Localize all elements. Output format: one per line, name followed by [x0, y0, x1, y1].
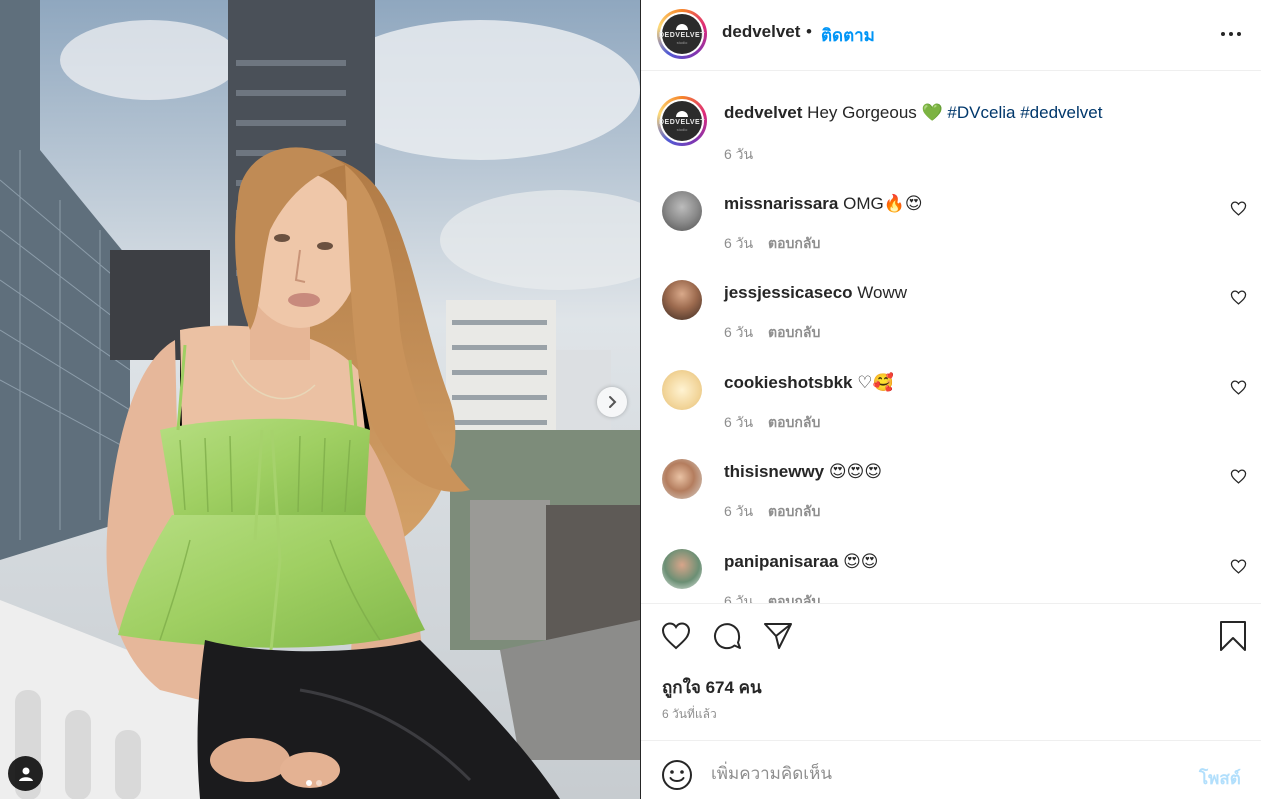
- comment-item: jessjessicaseco Woww 6 วัน ตอบกลับ: [641, 280, 1261, 370]
- user-tag-button[interactable]: [8, 756, 43, 791]
- brand-logo-text: DEDVELVET: [659, 118, 705, 126]
- comment-text: jessjessicaseco Woww: [724, 283, 907, 303]
- comments-section[interactable]: DEDVELVET studio dedvelvet Hey Gorgeous …: [641, 72, 1261, 603]
- comment-time[interactable]: 6 วัน: [724, 233, 753, 255]
- brand-logo: DEDVELVET studio: [659, 14, 705, 54]
- comment-icon[interactable]: [711, 620, 743, 652]
- commenter-username[interactable]: missnarissara: [724, 194, 838, 213]
- carousel-dots: [306, 780, 322, 786]
- caption-username[interactable]: dedvelvet: [724, 103, 802, 122]
- post-comment-button[interactable]: โพสต์: [1199, 765, 1241, 792]
- comment-body: OMG🔥😍: [843, 194, 923, 213]
- follow-button[interactable]: ติดตาม: [821, 22, 875, 49]
- comment-item: missnarissara OMG🔥😍 6 วัน ตอบกลับ: [641, 191, 1261, 281]
- heart-icon[interactable]: [1230, 289, 1247, 306]
- add-comment-bar: โพสต์: [641, 740, 1261, 799]
- likes-count[interactable]: ถูกใจ 674 คน: [662, 674, 762, 701]
- comment-input[interactable]: [711, 761, 1191, 787]
- hashtag-link[interactable]: #DVcelia: [947, 103, 1015, 122]
- comment-item: thisisnewwy 😍😍😍 6 วัน ตอบกลับ: [641, 459, 1261, 549]
- reply-button[interactable]: ตอบกลับ: [768, 501, 820, 523]
- comment-item: cookieshotsbkk ♡🥰 6 วัน ตอบกลับ: [641, 370, 1261, 460]
- post-header: DEDVELVET studio dedvelvet • ติดตาม: [641, 0, 1261, 71]
- heart-icon[interactable]: [1230, 200, 1247, 217]
- emoji-icon[interactable]: [661, 759, 693, 791]
- share-icon[interactable]: [762, 620, 794, 652]
- comment-text: panipanisaraa 😍😍: [724, 552, 879, 572]
- reply-button[interactable]: ตอบกลับ: [768, 322, 820, 344]
- post-details-panel: DEDVELVET studio dedvelvet • ติดตาม DEDV…: [641, 0, 1261, 799]
- post-actions: ถูกใจ 674 คน 6 วันที่แล้ว: [641, 603, 1261, 740]
- commenter-avatar[interactable]: [662, 280, 702, 320]
- post-photo[interactable]: [0, 0, 640, 799]
- comment-text: thisisnewwy 😍😍😍: [724, 462, 882, 482]
- comment-time[interactable]: 6 วัน: [724, 501, 753, 523]
- comment-text: cookieshotsbkk ♡🥰: [724, 373, 894, 393]
- reply-button[interactable]: ตอบกลับ: [768, 233, 820, 255]
- comment-item: panipanisaraa 😍😍 6 วัน ตอบกลับ: [641, 549, 1261, 603]
- commenter-username[interactable]: thisisnewwy: [724, 462, 824, 481]
- author-avatar[interactable]: DEDVELVET studio: [657, 9, 707, 59]
- commenter-avatar[interactable]: [662, 459, 702, 499]
- reply-button[interactable]: ตอบกลับ: [768, 412, 820, 434]
- carousel-dot-active: [306, 780, 312, 786]
- comment-body: ♡🥰: [857, 373, 894, 392]
- hashtag-link[interactable]: #dedvelvet: [1020, 103, 1102, 122]
- comment-text: missnarissara OMG🔥😍: [724, 194, 923, 214]
- commenter-avatar[interactable]: [662, 370, 702, 410]
- heart-icon[interactable]: [660, 620, 692, 652]
- carousel-dot: [316, 780, 322, 786]
- comment-body: 😍😍: [843, 552, 879, 571]
- comment-time[interactable]: 6 วัน: [724, 412, 753, 434]
- author-username[interactable]: dedvelvet: [722, 22, 800, 42]
- caption-time[interactable]: 6 วัน: [724, 144, 753, 166]
- commenter-username[interactable]: cookieshotsbkk: [724, 373, 853, 392]
- commenter-username[interactable]: panipanisaraa: [724, 552, 838, 571]
- caption-avatar[interactable]: DEDVELVET studio: [657, 96, 707, 146]
- header-bullet: •: [806, 22, 812, 41]
- brand-logo: DEDVELVET studio: [659, 101, 705, 141]
- post-timestamp[interactable]: 6 วันที่แล้ว: [662, 705, 717, 724]
- reply-button[interactable]: ตอบกลับ: [768, 591, 820, 603]
- caption-body: Hey Gorgeous 💚: [807, 103, 943, 122]
- comment-body: 😍😍😍: [828, 462, 883, 481]
- comment-body: Woww: [857, 283, 908, 302]
- user-tag-icon: [18, 767, 33, 781]
- comment-time[interactable]: 6 วัน: [724, 591, 753, 603]
- more-options-icon[interactable]: [1219, 24, 1243, 44]
- logo-cup-icon: [676, 23, 688, 30]
- commenter-avatar[interactable]: [662, 191, 702, 231]
- heart-icon[interactable]: [1230, 468, 1247, 485]
- bookmark-icon[interactable]: [1217, 620, 1249, 652]
- brand-logo-sub: studio: [676, 126, 688, 132]
- logo-cup-icon: [676, 110, 688, 117]
- caption-text: dedvelvet Hey Gorgeous 💚 #DVcelia #dedve…: [724, 103, 1102, 123]
- photo-scene: [0, 0, 640, 799]
- chevron-right-icon: [609, 396, 617, 408]
- comment-time[interactable]: 6 วัน: [724, 322, 753, 344]
- commenter-username[interactable]: jessjessicaseco: [724, 283, 853, 302]
- heart-icon[interactable]: [1230, 558, 1247, 575]
- commenter-avatar[interactable]: [662, 549, 702, 589]
- heart-icon[interactable]: [1230, 379, 1247, 396]
- carousel-next-button[interactable]: [597, 387, 627, 417]
- brand-logo-sub: studio: [676, 39, 688, 45]
- brand-logo-text: DEDVELVET: [659, 31, 705, 39]
